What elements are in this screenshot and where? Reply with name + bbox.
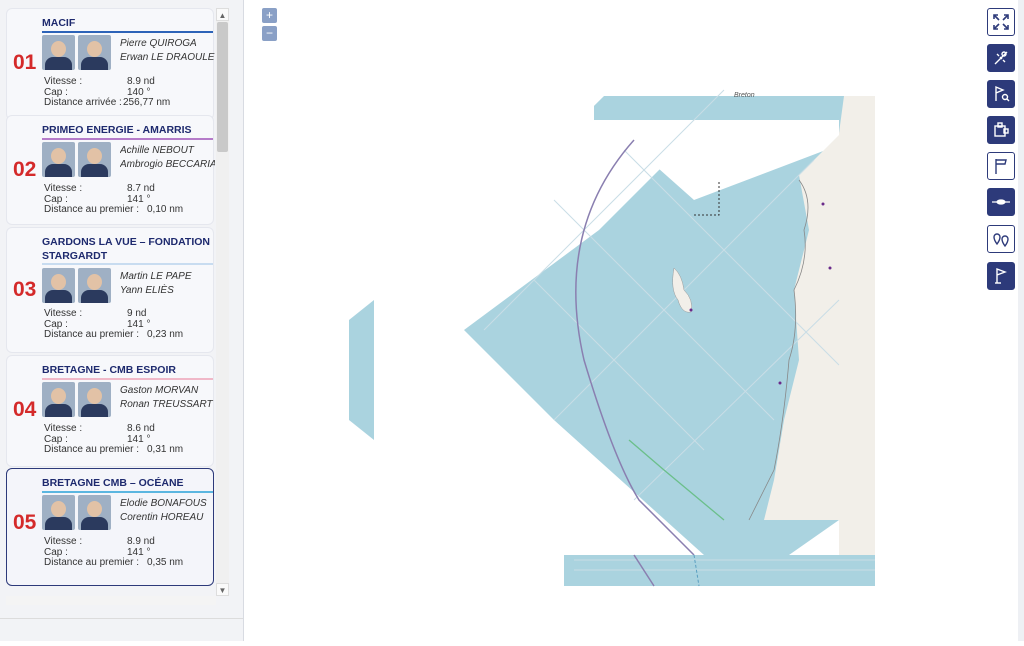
boat-name: BRETAGNE CMB – OCÉANE [42,477,184,489]
boat-color-line [42,138,213,140]
rank-number: 04 [13,398,37,421]
finish-flag-icon [992,267,1010,285]
skipper-name: Elodie BONAFOUS [120,498,207,509]
skipper-photo [78,142,111,177]
divider [0,618,243,619]
zoom-in-button[interactable]: + [262,8,277,23]
skipper-photo [42,382,75,417]
stat-value: 0,35 nm [147,557,184,568]
scroll-up-arrow-icon[interactable]: ▲ [216,8,229,21]
skipper-photo [78,382,111,417]
boat-card[interactable]: GARDONS LA VUE – FONDATION STARGARDT 03 … [6,227,214,353]
skipper-photo [42,495,75,530]
scroll-down-arrow-icon[interactable]: ▼ [216,583,229,596]
stat-label: Distance arrivée : [44,97,122,108]
skipper-name: Corentin HOREAU [120,512,204,523]
boat-icon [991,196,1011,208]
boat-color-line [42,263,213,265]
skipper-name: Yann ELIÈS [120,285,174,296]
puzzle-button[interactable] [987,116,1015,144]
stat-label: Distance au premier : [44,557,140,568]
stat-value: 8.9 nd [127,76,155,87]
skipper-name: Achille NEBOUT [120,145,194,156]
windsock-icon [992,157,1010,175]
boat-color-line [42,491,213,493]
leaderboard-panel: MACIF 01 Pierre QUIROGA Erwan LE DRAOULE… [0,0,244,641]
rank-number: 02 [13,158,37,181]
zoom-out-button[interactable]: − [262,26,277,41]
skipper-name: Erwan LE DRAOULEC [120,52,215,63]
puzzle-icon [992,121,1010,139]
skipper-photo [42,142,75,177]
boat-color-line [42,378,213,380]
rank-number: 03 [13,278,37,301]
stat-label: Vitesse : [44,308,83,319]
boat-name: BRETAGNE - CMB ESPOIR [42,364,176,376]
boat-name: PRIMEO ENERGIE - AMARRIS [42,124,192,136]
stat-label: Vitesse : [44,76,83,87]
rank-number: 01 [13,51,37,74]
map-canvas[interactable] [254,0,1019,641]
skipper-photo [78,35,111,70]
flag-search-button[interactable] [987,80,1015,108]
boat-card[interactable]: MACIF 01 Pierre QUIROGA Erwan LE DRAOULE… [6,8,215,120]
skipper-name: Gaston MORVAN [120,385,199,396]
stat-value: 8.9 nd [127,536,155,547]
windsock-button[interactable] [987,152,1015,180]
skipper-photo [42,268,75,303]
skipper-name: Ambrogio BECCARIA [120,159,215,170]
rank-number: 05 [13,511,37,534]
stat-value: 0,23 nm [147,329,184,340]
stat-value: 256,77 nm [123,97,171,108]
stat-value: 9 nd [127,308,147,319]
stat-label: Distance au premier : [44,329,140,340]
boat-button[interactable] [987,188,1015,216]
map-label-top: Breton [734,92,755,99]
toolbar-divider [1018,0,1024,641]
skipper-photo [42,35,75,70]
boat-card[interactable]: BRETAGNE CMB – OCÉANE 05 Elodie BONAFOUS… [6,468,214,586]
stat-label: Distance au premier : [44,444,140,455]
stat-label: Vitesse : [44,423,83,434]
measure-button[interactable] [987,44,1015,72]
fullscreen-button[interactable] [987,8,1015,36]
stat-value: 0,31 nm [147,444,184,455]
skipper-photo [78,495,111,530]
stat-value: 8.6 nd [127,423,155,434]
map[interactable]: Breton [254,0,1019,641]
boat-name: GARDONS LA VUE – FONDATION STARGARDT [42,236,211,262]
skipper-name: Pierre QUIROGA [120,38,197,49]
pins-icon [992,230,1010,248]
measure-icon [992,49,1010,67]
flag-search-icon [992,85,1010,103]
list-scrollbar[interactable]: ▲ ▼ [216,8,229,596]
fullscreen-icon [993,14,1009,30]
boat-color-line [42,31,213,33]
boat-card[interactable]: BRETAGNE - CMB ESPOIR 04 Gaston MORVAN R… [6,355,214,467]
pins-button[interactable] [987,225,1015,253]
stat-label: Vitesse : [44,183,83,194]
skipper-photo [78,268,111,303]
stat-label: Vitesse : [44,536,83,547]
stat-label: Distance au premier : [44,204,140,215]
boat-name: MACIF [42,17,76,29]
boat-list[interactable]: MACIF 01 Pierre QUIROGA Erwan LE DRAOULE… [6,8,216,596]
finish-flag-button[interactable] [987,262,1015,290]
horizontal-scrollbar[interactable] [6,596,216,605]
stat-value: 0,10 nm [147,204,184,215]
skipper-name: Ronan TREUSSART [120,399,213,410]
boat-card[interactable]: PRIMEO ENERGIE - AMARRIS 02 Achille NEBO… [6,115,215,225]
scroll-thumb[interactable] [217,22,228,152]
skipper-name: Martin LE PAPE [120,271,192,282]
stat-value: 8.7 nd [127,183,155,194]
